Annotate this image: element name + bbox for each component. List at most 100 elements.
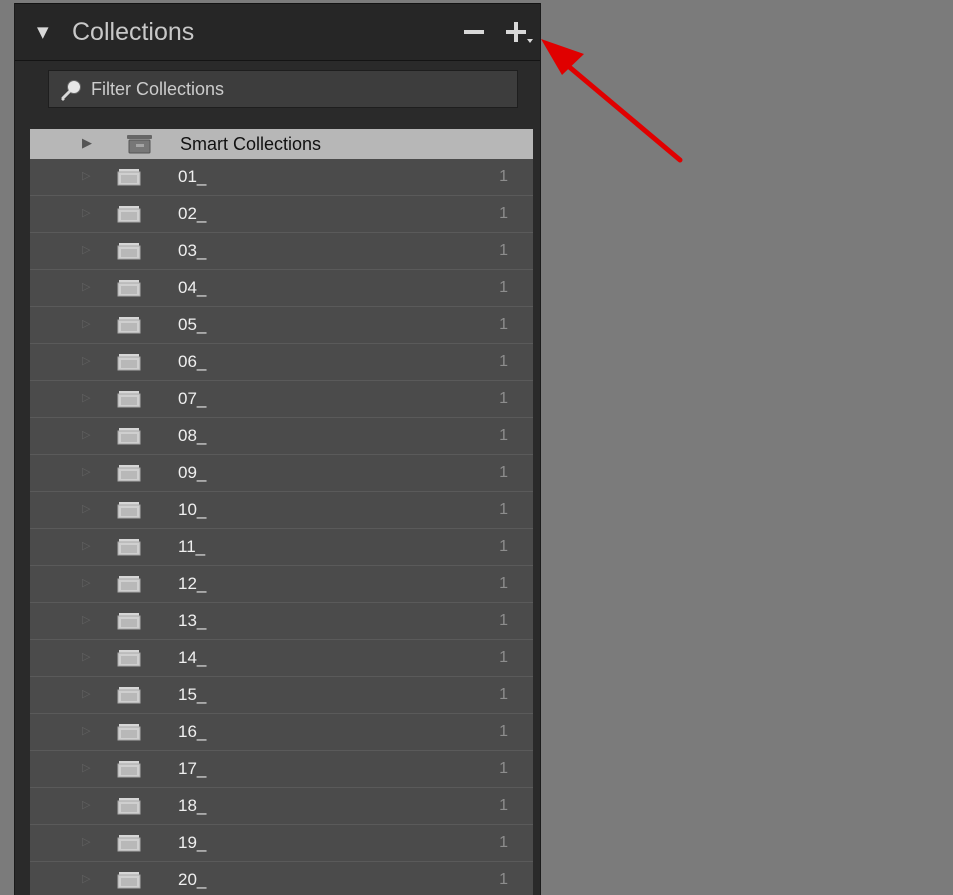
lightroom-workspace: ▼ Collections Filter Collections ▶ Smart…: [0, 0, 953, 895]
collapse-triangle-icon[interactable]: ▼: [37, 23, 49, 41]
list-item[interactable]: ▷ 08_ 1: [30, 418, 533, 455]
smart-collection-icon: [127, 135, 152, 154]
expand-triangle-icon[interactable]: ▷: [82, 281, 90, 293]
list-item[interactable]: ▷ 07_ 1: [30, 381, 533, 418]
list-item[interactable]: ▷ 15_ 1: [30, 677, 533, 714]
list-item[interactable]: ▷ 04_ 1: [30, 270, 533, 307]
expand-triangle-icon[interactable]: ▷: [82, 762, 90, 774]
list-item[interactable]: ▷ 09_ 1: [30, 455, 533, 492]
expand-triangle-icon[interactable]: ▷: [82, 170, 90, 182]
minus-icon[interactable]: [463, 20, 487, 44]
expand-triangle-icon[interactable]: ▷: [82, 873, 90, 885]
list-item[interactable]: ▷ 01_ 1: [30, 159, 533, 196]
annotation-arrow-icon: [541, 39, 683, 163]
expand-triangle-icon[interactable]: ▷: [82, 799, 90, 811]
expand-triangle-icon[interactable]: ▷: [82, 429, 90, 441]
collection-label: 17_: [178, 759, 207, 778]
collection-count: 1: [499, 649, 508, 666]
collection-count: 1: [499, 501, 508, 518]
list-item[interactable]: ▷ 18_ 1: [30, 788, 533, 825]
collection-label: 15_: [178, 685, 207, 704]
expand-triangle-icon[interactable]: ▷: [82, 614, 90, 626]
list-item[interactable]: ▷ 16_ 1: [30, 714, 533, 751]
collection-icon: [117, 798, 141, 815]
expand-triangle-icon[interactable]: ▷: [82, 318, 90, 330]
list-item[interactable]: ▷ 17_ 1: [30, 751, 533, 788]
filter-collections-field[interactable]: Filter Collections: [48, 70, 518, 108]
collections-title: Collections: [72, 18, 195, 46]
search-icon: [61, 80, 81, 101]
collection-icon: [117, 354, 141, 371]
collection-label: 01_: [178, 167, 207, 186]
collections-panel: ▼ Collections Filter Collections ▶ Smart…: [14, 3, 541, 895]
collection-count: 1: [499, 834, 508, 851]
filter-collections-placeholder: Filter Collections: [91, 79, 225, 99]
collection-count: 1: [499, 242, 508, 259]
expand-triangle-icon[interactable]: ▷: [82, 688, 90, 700]
collection-icon: [117, 613, 141, 630]
collection-label: 07_: [178, 389, 207, 408]
list-item[interactable]: ▷ 12_ 1: [30, 566, 533, 603]
expand-triangle-icon[interactable]: ▷: [82, 355, 90, 367]
collection-count: 1: [499, 168, 508, 185]
list-item[interactable]: ▷ 10_ 1: [30, 492, 533, 529]
collection-count: 1: [499, 760, 508, 777]
expand-triangle-icon[interactable]: ▷: [82, 725, 90, 737]
expand-triangle-icon[interactable]: ▷: [82, 392, 90, 404]
list-item[interactable]: ▷ 19_ 1: [30, 825, 533, 862]
expand-triangle-icon[interactable]: ▷: [82, 244, 90, 256]
expand-triangle-icon[interactable]: ▶: [82, 135, 92, 153]
collections-list: ▷ 01_ 1 ▷ 02_ 1 ▷ 03_ 1 ▷ 04_ 1 ▷ 05_ 1 …: [30, 159, 533, 895]
panel-header: ▼ Collections: [15, 3, 540, 61]
collection-icon: [117, 317, 141, 334]
collection-icon: [117, 687, 141, 704]
expand-triangle-icon[interactable]: ▷: [82, 651, 90, 663]
list-item[interactable]: ▷ 11_ 1: [30, 529, 533, 566]
list-item[interactable]: ▷ 06_ 1: [30, 344, 533, 381]
collection-label: 03_: [178, 241, 207, 260]
expand-triangle-icon[interactable]: ▷: [82, 503, 90, 515]
list-item[interactable]: ▷ 14_ 1: [30, 640, 533, 677]
collection-count: 1: [499, 353, 508, 370]
expand-triangle-icon[interactable]: ▷: [82, 207, 90, 219]
collection-count: 1: [499, 871, 508, 888]
collection-label: 02_: [178, 204, 207, 223]
collection-count: 1: [499, 538, 508, 555]
collection-label: 13_: [178, 611, 207, 630]
collection-label: 18_: [178, 796, 207, 815]
collection-count: 1: [499, 279, 508, 296]
plus-icon[interactable]: [504, 19, 534, 47]
collection-icon: [117, 576, 141, 593]
collection-label: 12_: [178, 574, 207, 593]
list-item[interactable]: ▷ 05_ 1: [30, 307, 533, 344]
collection-count: 1: [499, 612, 508, 629]
collection-icon: [117, 243, 141, 260]
collection-count: 1: [499, 427, 508, 444]
collection-label: 10_: [178, 500, 207, 519]
collection-label: 19_: [178, 833, 207, 852]
collection-label: 14_: [178, 648, 207, 667]
list-item[interactable]: ▷ 02_ 1: [30, 196, 533, 233]
list-item[interactable]: ▷ 03_ 1: [30, 233, 533, 270]
expand-triangle-icon[interactable]: ▷: [82, 577, 90, 589]
collection-label: 06_: [178, 352, 207, 371]
collection-icon: [117, 835, 141, 852]
collection-icon: [117, 761, 141, 778]
collection-count: 1: [499, 390, 508, 407]
collection-icon: [117, 391, 141, 408]
list-item[interactable]: ▷ 13_ 1: [30, 603, 533, 640]
collection-label: 04_: [178, 278, 207, 297]
collection-count: 1: [499, 686, 508, 703]
collection-icon: [117, 280, 141, 297]
expand-triangle-icon[interactable]: ▷: [82, 836, 90, 848]
collection-icon: [117, 428, 141, 445]
collection-count: 1: [499, 316, 508, 333]
smart-collections-label: Smart Collections: [180, 134, 322, 154]
collection-icon: [117, 872, 141, 889]
collection-icon: [117, 724, 141, 741]
smart-collections-row[interactable]: ▶ Smart Collections: [30, 129, 533, 159]
expand-triangle-icon[interactable]: ▷: [82, 540, 90, 552]
expand-triangle-icon[interactable]: ▷: [82, 466, 90, 478]
list-item[interactable]: ▷ 20_ 1: [30, 862, 533, 895]
collection-icon: [117, 650, 141, 667]
